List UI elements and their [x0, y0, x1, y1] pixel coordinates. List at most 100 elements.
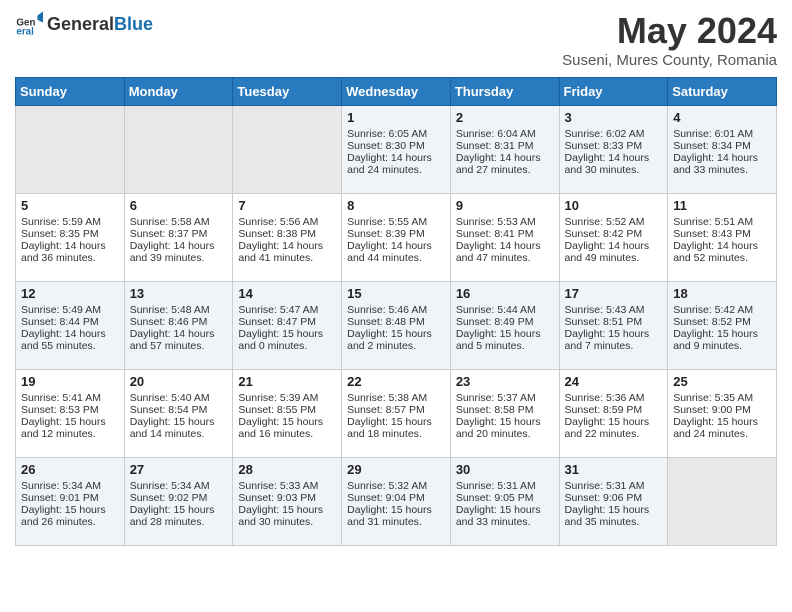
- sunrise-text: Sunrise: 5:31 AM: [456, 480, 554, 492]
- daylight-text: Daylight: 15 hours and 2 minutes.: [347, 328, 445, 352]
- calendar-cell: 13Sunrise: 5:48 AMSunset: 8:46 PMDayligh…: [124, 282, 233, 370]
- daylight-text: Daylight: 14 hours and 41 minutes.: [238, 240, 336, 264]
- daylight-text: Daylight: 15 hours and 26 minutes.: [21, 504, 119, 528]
- daylight-text: Daylight: 15 hours and 30 minutes.: [238, 504, 336, 528]
- header-sunday: Sunday: [16, 78, 125, 106]
- sunrise-text: Sunrise: 5:52 AM: [565, 216, 663, 228]
- sunset-text: Sunset: 8:44 PM: [21, 316, 119, 328]
- calendar-week-row: 5Sunrise: 5:59 AMSunset: 8:35 PMDaylight…: [16, 194, 777, 282]
- sunrise-text: Sunrise: 5:53 AM: [456, 216, 554, 228]
- calendar-cell: 16Sunrise: 5:44 AMSunset: 8:49 PMDayligh…: [450, 282, 559, 370]
- sunset-text: Sunset: 9:02 PM: [130, 492, 228, 504]
- day-number: 9: [456, 198, 554, 213]
- sunrise-text: Sunrise: 5:51 AM: [673, 216, 771, 228]
- sunset-text: Sunset: 8:46 PM: [130, 316, 228, 328]
- daylight-text: Daylight: 14 hours and 27 minutes.: [456, 152, 554, 176]
- day-number: 26: [21, 462, 119, 477]
- calendar-week-row: 1Sunrise: 6:05 AMSunset: 8:30 PMDaylight…: [16, 106, 777, 194]
- daylight-text: Daylight: 15 hours and 5 minutes.: [456, 328, 554, 352]
- day-number: 28: [238, 462, 336, 477]
- logo-general: General: [47, 14, 114, 34]
- sunset-text: Sunset: 9:00 PM: [673, 404, 771, 416]
- sunset-text: Sunset: 8:38 PM: [238, 228, 336, 240]
- day-number: 22: [347, 374, 445, 389]
- day-number: 21: [238, 374, 336, 389]
- calendar-cell: [124, 106, 233, 194]
- sunrise-text: Sunrise: 5:59 AM: [21, 216, 119, 228]
- daylight-text: Daylight: 15 hours and 22 minutes.: [565, 416, 663, 440]
- calendar-cell: 6 Sunrise: 5:58 AMSunset: 8:37 PMDaylight…: [124, 194, 233, 282]
- header-friday: Friday: [559, 78, 668, 106]
- daylight-text: Daylight: 14 hours and 39 minutes.: [130, 240, 228, 264]
- sunrise-text: Sunrise: 5:35 AM: [673, 392, 771, 404]
- daylight-text: Daylight: 14 hours and 57 minutes.: [130, 328, 228, 352]
- calendar-cell: [16, 106, 125, 194]
- calendar-cell: 22Sunrise: 5:38 AMSunset: 8:57 PMDayligh…: [342, 370, 451, 458]
- day-number: 6: [130, 198, 228, 213]
- logo-blue: Blue: [114, 14, 153, 34]
- day-number: 3: [565, 110, 663, 125]
- sunrise-text: Sunrise: 6:04 AM: [456, 128, 554, 140]
- calendar-cell: 31Sunrise: 5:31 AMSunset: 9:06 PMDayligh…: [559, 458, 668, 546]
- sunrise-text: Sunrise: 5:46 AM: [347, 304, 445, 316]
- sunset-text: Sunset: 8:39 PM: [347, 228, 445, 240]
- sunrise-text: Sunrise: 5:36 AM: [565, 392, 663, 404]
- sunrise-text: Sunrise: 5:41 AM: [21, 392, 119, 404]
- sunrise-text: Sunrise: 5:40 AM: [130, 392, 228, 404]
- daylight-text: Daylight: 14 hours and 30 minutes.: [565, 152, 663, 176]
- sunset-text: Sunset: 8:31 PM: [456, 140, 554, 152]
- day-number: 11: [673, 198, 771, 213]
- day-number: 25: [673, 374, 771, 389]
- daylight-text: Daylight: 15 hours and 14 minutes.: [130, 416, 228, 440]
- sunrise-text: Sunrise: 5:48 AM: [130, 304, 228, 316]
- sunset-text: Sunset: 8:53 PM: [21, 404, 119, 416]
- day-number: 23: [456, 374, 554, 389]
- sunset-text: Sunset: 8:41 PM: [456, 228, 554, 240]
- calendar-cell: 21Sunrise: 5:39 AMSunset: 8:55 PMDayligh…: [233, 370, 342, 458]
- sunset-text: Sunset: 8:37 PM: [130, 228, 228, 240]
- sunset-text: Sunset: 8:34 PM: [673, 140, 771, 152]
- daylight-text: Daylight: 15 hours and 24 minutes.: [673, 416, 771, 440]
- sunrise-text: Sunrise: 6:02 AM: [565, 128, 663, 140]
- calendar-cell: 30Sunrise: 5:31 AMSunset: 9:05 PMDayligh…: [450, 458, 559, 546]
- calendar-cell: 5Sunrise: 5:59 AMSunset: 8:35 PMDaylight…: [16, 194, 125, 282]
- calendar-cell: 4Sunrise: 6:01 AMSunset: 8:34 PMDaylight…: [668, 106, 777, 194]
- calendar-cell: 10Sunrise: 5:52 AMSunset: 8:42 PMDayligh…: [559, 194, 668, 282]
- calendar-cell: 28Sunrise: 5:33 AMSunset: 9:03 PMDayligh…: [233, 458, 342, 546]
- daylight-text: Daylight: 15 hours and 12 minutes.: [21, 416, 119, 440]
- calendar-cell: 11Sunrise: 5:51 AMSunset: 8:43 PMDayligh…: [668, 194, 777, 282]
- day-number: 10: [565, 198, 663, 213]
- day-number: 2: [456, 110, 554, 125]
- sunrise-text: Sunrise: 5:31 AM: [565, 480, 663, 492]
- calendar-cell: 3Sunrise: 6:02 AMSunset: 8:33 PMDaylight…: [559, 106, 668, 194]
- sunset-text: Sunset: 9:05 PM: [456, 492, 554, 504]
- sunset-text: Sunset: 9:06 PM: [565, 492, 663, 504]
- day-number: 27: [130, 462, 228, 477]
- day-number: 19: [21, 374, 119, 389]
- daylight-text: Daylight: 14 hours and 52 minutes.: [673, 240, 771, 264]
- sunrise-text: Sunrise: 5:49 AM: [21, 304, 119, 316]
- calendar-cell: 29Sunrise: 5:32 AMSunset: 9:04 PMDayligh…: [342, 458, 451, 546]
- daylight-text: Daylight: 14 hours and 33 minutes.: [673, 152, 771, 176]
- sunrise-text: Sunrise: 5:58 AM: [130, 216, 228, 228]
- sunrise-text: Sunrise: 6:05 AM: [347, 128, 445, 140]
- calendar-cell: 12Sunrise: 5:49 AMSunset: 8:44 PMDayligh…: [16, 282, 125, 370]
- daylight-text: Daylight: 14 hours and 44 minutes.: [347, 240, 445, 264]
- sunrise-text: Sunrise: 5:34 AM: [130, 480, 228, 492]
- sunset-text: Sunset: 8:51 PM: [565, 316, 663, 328]
- calendar-cell: [233, 106, 342, 194]
- calendar-cell: 23Sunrise: 5:37 AMSunset: 8:58 PMDayligh…: [450, 370, 559, 458]
- day-number: 5: [21, 198, 119, 213]
- sunset-text: Sunset: 8:59 PM: [565, 404, 663, 416]
- day-number: 30: [456, 462, 554, 477]
- daylight-text: Daylight: 15 hours and 28 minutes.: [130, 504, 228, 528]
- calendar-header-row: SundayMondayTuesdayWednesdayThursdayFrid…: [16, 78, 777, 106]
- day-number: 29: [347, 462, 445, 477]
- sunrise-text: Sunrise: 5:39 AM: [238, 392, 336, 404]
- calendar-cell: 14Sunrise: 5:47 AMSunset: 8:47 PMDayligh…: [233, 282, 342, 370]
- sunset-text: Sunset: 8:58 PM: [456, 404, 554, 416]
- sunrise-text: Sunrise: 5:47 AM: [238, 304, 336, 316]
- logo-icon: Gen eral: [15, 10, 43, 38]
- month-title: May 2024: [562, 10, 777, 52]
- day-number: 17: [565, 286, 663, 301]
